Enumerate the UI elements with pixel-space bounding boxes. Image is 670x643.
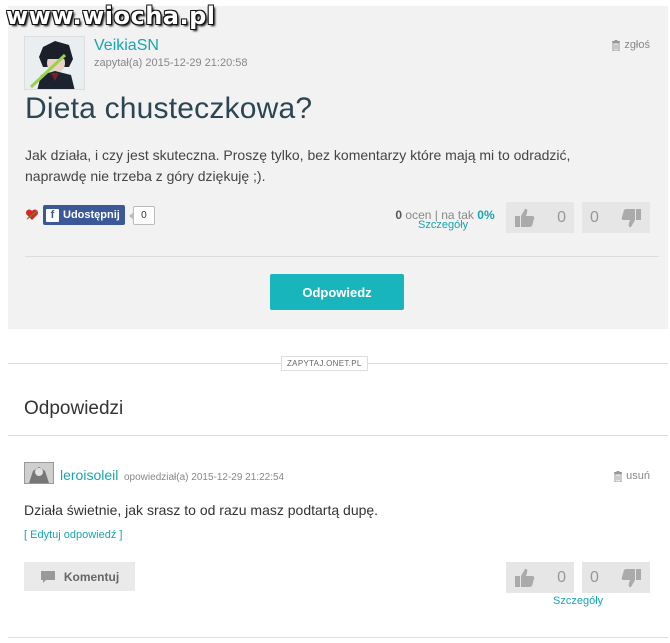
- delete-link[interactable]: usuń: [613, 470, 650, 482]
- vote-down-button[interactable]: 0: [582, 562, 650, 593]
- ratings-count: 0: [395, 208, 403, 222]
- details-link[interactable]: Szczegóły: [553, 595, 603, 607]
- trash-icon: [612, 39, 621, 51]
- vote-up-count: 0: [557, 568, 566, 586]
- comment-icon: [40, 570, 55, 583]
- answer-author[interactable]: leroisoleil: [60, 467, 118, 483]
- vote-down-count: 0: [590, 208, 599, 226]
- avatar[interactable]: [24, 36, 85, 90]
- thumbs-down-icon: [621, 208, 641, 227]
- edit-answer-link[interactable]: [ Edytuj odpowiedź ]: [24, 529, 122, 541]
- question-title: Dieta chusteczkowa?: [25, 92, 313, 125]
- thumbs-up-icon: [515, 208, 535, 227]
- share-count: 0: [128, 205, 155, 225]
- share-label: Udostępnij: [63, 209, 120, 221]
- share-row: f Udostępnij 0: [25, 205, 155, 225]
- report-link[interactable]: zgłoś: [611, 39, 650, 51]
- comment-button[interactable]: Komentuj: [24, 562, 135, 591]
- details-link[interactable]: Szczegóły: [418, 219, 468, 231]
- question-text: Jak działa, i czy jest skuteczna. Proszę…: [25, 147, 571, 184]
- thumbs-down-icon: [621, 568, 641, 587]
- facebook-icon: f: [46, 208, 59, 222]
- report-label: zgłoś: [624, 39, 650, 51]
- ratings-percent: 0%: [477, 208, 495, 222]
- thumbs-up-icon: [515, 568, 535, 587]
- delete-label: usuń: [626, 470, 650, 482]
- divider: [25, 256, 659, 257]
- divider: [8, 637, 668, 638]
- heart-icon[interactable]: [25, 208, 39, 222]
- question-panel: VeikiaSN zapytał(a) 2015-12-29 21:20:58 …: [8, 6, 668, 329]
- trash-icon: [614, 470, 623, 482]
- avatar-image: [25, 37, 84, 89]
- vote-up-button[interactable]: 0: [506, 202, 574, 233]
- answer-text: Działa świetnie, jak srasz to od razu ma…: [24, 502, 379, 518]
- vote-down-count: 0: [590, 568, 599, 586]
- avatar[interactable]: [24, 462, 54, 484]
- answers-heading: Odpowiedzi: [24, 398, 124, 419]
- avatar-image: [25, 463, 53, 483]
- vote-up-button[interactable]: 0: [506, 562, 574, 593]
- comment-label: Komentuj: [63, 569, 120, 584]
- question-author[interactable]: VeikiaSN: [94, 37, 159, 55]
- vote-up-count: 0: [557, 208, 566, 226]
- divider: [8, 435, 668, 436]
- site-watermark: www.wiocha.pl: [6, 2, 216, 30]
- vote-down-button[interactable]: 0: [582, 202, 650, 233]
- source-tag: ZAPYTAJ.ONET.PL: [281, 356, 368, 371]
- answer-meta: opowiedział(a) 2015-12-29 21:22:54: [124, 472, 285, 483]
- question-meta: zapytał(a) 2015-12-29 21:20:58: [94, 57, 248, 69]
- answer-button[interactable]: Odpowiedz: [270, 274, 404, 310]
- facebook-share-button[interactable]: f Udostępnij: [43, 205, 125, 225]
